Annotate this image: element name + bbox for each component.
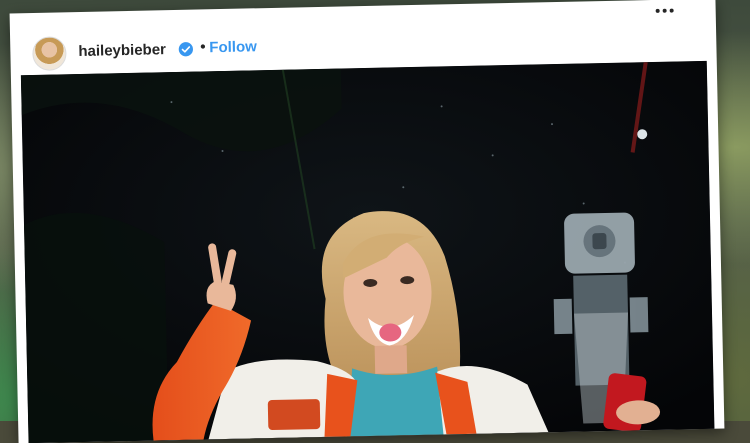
separator-dot: • <box>200 38 206 56</box>
follow-button[interactable]: Follow <box>209 38 257 56</box>
profile-avatar[interactable] <box>32 36 67 71</box>
username[interactable]: haileybieber <box>78 41 166 60</box>
photo-illustration <box>20 60 715 443</box>
post-photo[interactable] <box>20 60 715 443</box>
more-options-icon[interactable] <box>654 5 676 15</box>
instagram-post-card: haileybieber • Follow <box>9 0 725 443</box>
verified-badge-icon <box>178 42 193 57</box>
